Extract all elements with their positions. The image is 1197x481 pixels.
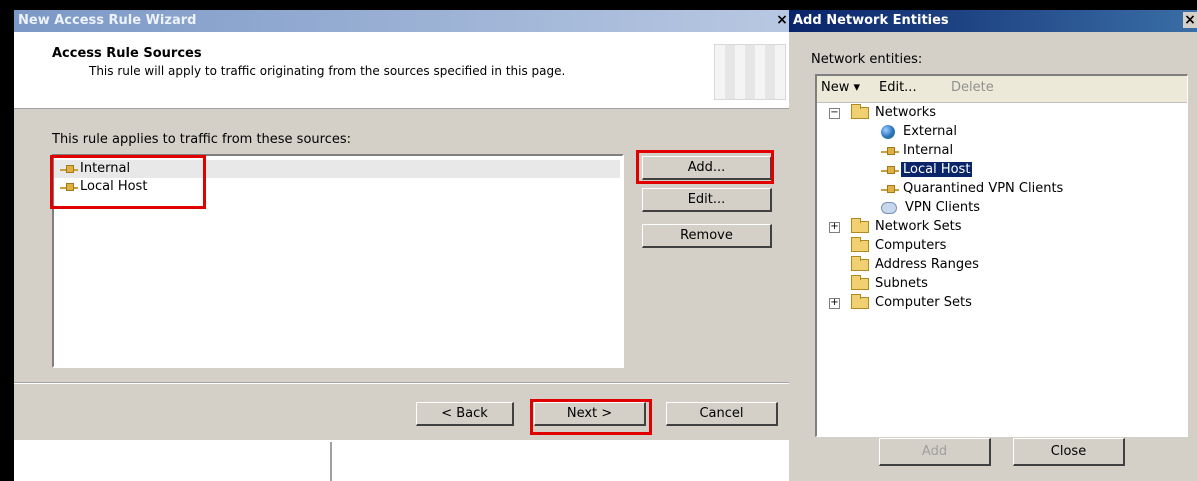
outer-frame-top <box>0 0 1197 10</box>
network-icon <box>881 146 899 156</box>
tree-item-label: Subnets <box>875 276 928 291</box>
chevron-down-icon: ▾ <box>853 80 861 95</box>
entities-toolbar: New ▾ Edit... Delete <box>817 76 1187 103</box>
tree-item-internal[interactable]: Internal <box>881 142 955 160</box>
tree-item-label: Network Sets <box>875 219 962 234</box>
remove-button[interactable]: Remove <box>642 224 772 248</box>
new-access-rule-wizard: New Access Rule Wizard × Access Rule Sou… <box>14 10 789 481</box>
tree-item-label: External <box>903 124 957 139</box>
source-item-label: Internal <box>80 161 131 176</box>
edit-button-label: Edit... <box>687 192 726 207</box>
tree-item-label-selected: Local Host <box>901 162 973 177</box>
source-item-label: Local Host <box>80 179 148 194</box>
dialog-title-bar[interactable]: Add Network Entities <box>789 10 1197 32</box>
tree-item-local-host[interactable]: Local Host <box>881 161 973 179</box>
cancel-button[interactable]: Cancel <box>666 402 778 426</box>
dialog-close-button-label: Close <box>1050 444 1087 459</box>
vpn-icon <box>881 201 897 214</box>
tree-item-label: Networks <box>875 105 937 120</box>
wizard-header-image <box>714 44 786 100</box>
wizard-header: Access Rule Sources This rule will apply… <box>14 32 789 109</box>
back-button[interactable]: < Back <box>416 402 514 426</box>
wizard-title-bar[interactable]: New Access Rule Wizard <box>14 10 789 32</box>
folder-icon <box>851 217 869 233</box>
tree-item-label: Internal <box>903 143 954 158</box>
add-network-entities-dialog: Add Network Entities × Network entities:… <box>789 10 1197 481</box>
tree-item-address-ranges[interactable]: Address Ranges <box>851 255 981 274</box>
expand-icon[interactable]: + <box>829 298 840 309</box>
back-button-label: < Back <box>441 406 488 421</box>
tree-item-computer-sets[interactable]: Computer Sets <box>851 293 974 312</box>
collapse-icon[interactable]: − <box>829 108 840 119</box>
tree-item-computers[interactable]: Computers <box>851 236 948 255</box>
new-label: New <box>821 80 850 95</box>
outer-frame-left <box>0 0 14 481</box>
network-icon <box>881 184 899 194</box>
dialog-add-button-label: Add <box>921 444 948 459</box>
wizard-close-icon[interactable]: × <box>775 12 789 28</box>
tree-item-label: Computer Sets <box>875 295 972 310</box>
globe-icon <box>881 124 895 139</box>
folder-open-icon <box>851 103 869 119</box>
tree-item-networks[interactable]: Networks <box>851 103 938 122</box>
folder-icon <box>851 274 869 290</box>
folder-icon <box>851 293 869 309</box>
folder-icon <box>851 255 869 271</box>
sources-list[interactable]: Internal Local Host <box>52 154 624 368</box>
toolbar-delete[interactable]: Delete <box>951 80 994 95</box>
next-button[interactable]: Next > <box>534 402 646 426</box>
network-icon <box>881 165 899 175</box>
source-item-local-host[interactable]: Local Host <box>54 178 620 196</box>
page-description: This rule will apply to traffic originat… <box>89 64 566 78</box>
add-button[interactable]: Add... <box>642 156 772 180</box>
source-item-internal[interactable]: Internal <box>54 160 620 178</box>
sources-label: This rule applies to traffic from these … <box>52 132 352 147</box>
wizard-bottom-area <box>14 440 789 481</box>
cancel-button-label: Cancel <box>699 406 744 421</box>
tree-item-network-sets[interactable]: Network Sets <box>851 217 964 236</box>
dialog-add-button[interactable]: Add <box>879 438 991 466</box>
tree-item-subnets[interactable]: Subnets <box>851 274 930 293</box>
add-button-label: Add... <box>687 160 726 175</box>
dialog-close-icon[interactable]: × <box>1183 12 1197 28</box>
network-entities-panel: New ▾ Edit... Delete − Networks External… <box>815 74 1188 437</box>
new-menu[interactable]: New ▾ <box>821 80 860 95</box>
page-heading: Access Rule Sources <box>52 46 202 61</box>
tree-item-label: Computers <box>875 238 947 253</box>
network-entities-label: Network entities: <box>811 52 923 67</box>
expand-icon[interactable]: + <box>829 222 840 233</box>
edit-button[interactable]: Edit... <box>642 188 772 212</box>
wizard-bottom-divider <box>330 442 332 481</box>
remove-button-label: Remove <box>680 228 733 243</box>
wizard-title: New Access Rule Wizard <box>18 13 197 28</box>
toolbar-edit[interactable]: Edit... <box>879 80 917 95</box>
network-icon <box>60 182 78 192</box>
next-button-label: Next > <box>566 406 613 421</box>
tree-item-quarantined-vpn-clients[interactable]: Quarantined VPN Clients <box>881 180 1065 198</box>
tree-item-external[interactable]: External <box>881 123 959 141</box>
tree-item-label: Address Ranges <box>875 257 979 272</box>
folder-icon <box>851 236 869 252</box>
dialog-close-button[interactable]: Close <box>1013 438 1125 466</box>
tree-item-vpn-clients[interactable]: VPN Clients <box>881 199 982 217</box>
tree-item-label: Quarantined VPN Clients <box>903 181 1064 196</box>
dialog-title: Add Network Entities <box>793 13 949 28</box>
tree-item-label: VPN Clients <box>905 200 980 215</box>
network-icon <box>60 164 78 174</box>
footer-divider-highlight <box>14 383 789 384</box>
